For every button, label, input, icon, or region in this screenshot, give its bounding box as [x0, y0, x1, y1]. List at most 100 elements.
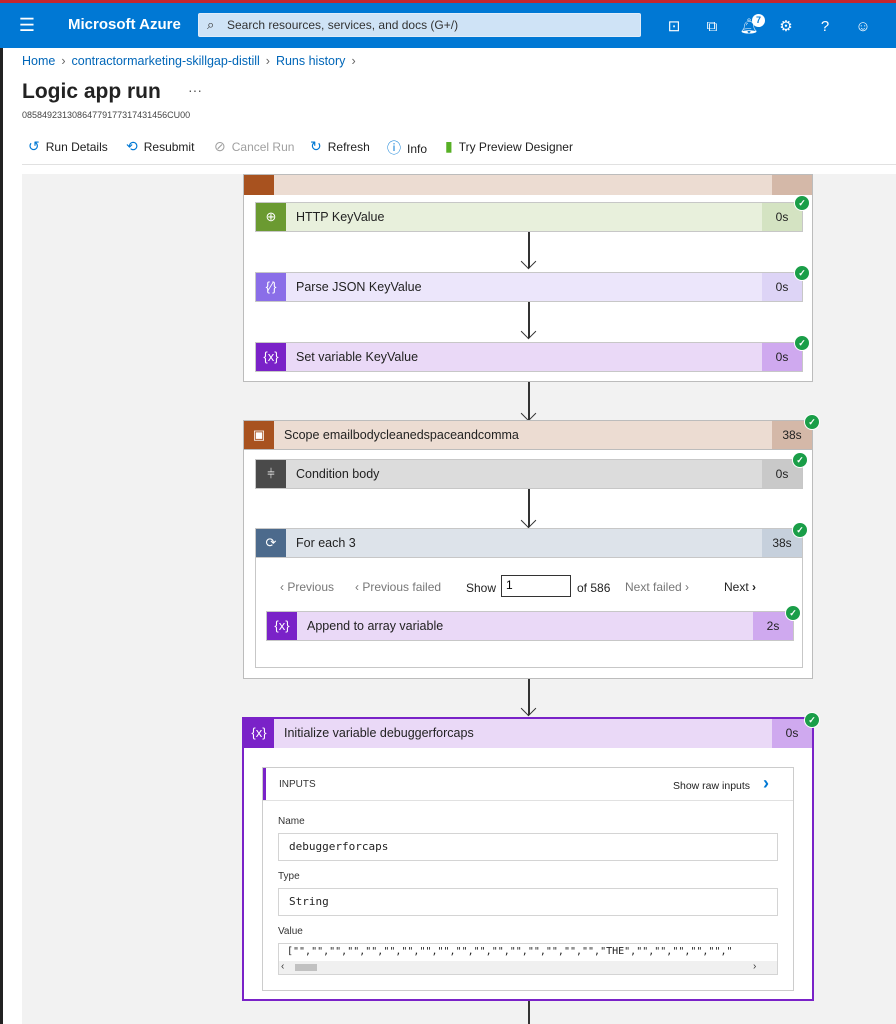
globe-icon: ⊕ — [256, 203, 286, 231]
previous-button[interactable]: ‹ Previous — [280, 580, 334, 594]
scope-duration-cell — [772, 175, 812, 195]
initialize-variable-header[interactable]: {x} Initialize variable debuggerforcaps … — [244, 719, 812, 748]
chevron-right-icon[interactable]: › — [763, 773, 769, 794]
resubmit-icon: ⟲ — [126, 138, 138, 154]
success-check-icon: ✓ — [804, 712, 820, 728]
horizontal-scrollbar[interactable]: ‹ › — [279, 961, 777, 974]
show-label: Show — [466, 581, 497, 595]
scope-icon: ▣ — [244, 421, 274, 449]
directory-filter-icon[interactable]: ⧉ — [701, 16, 723, 38]
next-label: Next — [724, 580, 749, 594]
variable-icon: {x} — [267, 612, 297, 640]
success-check-icon: ✓ — [785, 605, 801, 621]
window-edge — [0, 0, 3, 1024]
breadcrumb-logic-app[interactable]: contractormarketing-skillgap-distill — [72, 54, 260, 68]
action-label: Initialize variable debuggerforcaps — [284, 726, 474, 740]
scrollbar-thumb[interactable] — [295, 964, 317, 971]
refresh-button[interactable]: ↻ Refresh — [310, 138, 370, 155]
previous-failed-label: Previous failed — [362, 580, 442, 594]
try-preview-designer-button[interactable]: ▮ Try Preview Designer — [445, 138, 573, 155]
action-condition-body[interactable]: ⫩ Condition body 0s — [255, 459, 803, 489]
chevron-right-icon: › — [265, 54, 270, 68]
loop-icon: ⟳ — [256, 529, 286, 557]
value-field[interactable]: ["","","","","","","","","","","","","",… — [278, 943, 778, 975]
bookmark-icon: ▮ — [445, 138, 453, 154]
resubmit-label: Resubmit — [143, 140, 195, 154]
next-button[interactable]: Next › — [724, 580, 756, 594]
divider — [22, 164, 896, 165]
success-check-icon: ✓ — [792, 452, 808, 468]
search-placeholder: Search resources, services, and docs (G+… — [227, 18, 459, 32]
refresh-icon: ↻ — [310, 138, 322, 154]
cancel-run-button[interactable]: ⊘ Cancel Run — [214, 138, 294, 155]
iteration-total: of 586 — [577, 581, 611, 595]
action-label: HTTP KeyValue — [296, 210, 385, 224]
arrow-down-icon — [520, 405, 537, 422]
scroll-right-icon[interactable]: › — [753, 961, 756, 972]
notification-badge: 7 — [752, 14, 765, 27]
success-check-icon: ✓ — [792, 522, 808, 538]
action-set-variable-keyvalue[interactable]: {x} Set variable KeyValue 0s — [255, 342, 803, 372]
success-check-icon: ✓ — [794, 195, 810, 211]
success-check-icon: ✓ — [794, 265, 810, 281]
breadcrumb: Home › contractormarketing-skillgap-distil… — [22, 54, 362, 68]
action-append-to-array[interactable]: {x} Append to array variable 2s — [266, 611, 794, 641]
chevron-right-icon: › — [61, 54, 66, 68]
scope-icon — [244, 175, 274, 195]
variable-icon: {x} — [256, 343, 286, 371]
value-text: ["","","","","","","","","","","","","",… — [287, 946, 733, 957]
help-icon[interactable]: ? — [814, 16, 836, 38]
run-details-label: Run Details — [45, 140, 108, 154]
action-label: Parse JSON KeyValue — [296, 280, 422, 294]
resubmit-button[interactable]: ⟲ Resubmit — [126, 138, 194, 155]
settings-gear-icon[interactable]: ⚙ — [775, 16, 797, 38]
previous-failed-button[interactable]: ‹ Previous failed — [355, 580, 441, 594]
scope-header[interactable] — [244, 175, 812, 195]
arrow-down-icon — [520, 700, 537, 717]
success-check-icon: ✓ — [804, 414, 820, 430]
foreach-3-header[interactable]: ⟳ For each 3 38s — [255, 528, 803, 558]
connector-arrow — [528, 1001, 530, 1024]
previous-label: Previous — [287, 580, 335, 594]
type-label: Type — [278, 871, 300, 882]
feedback-icon[interactable]: ☺ — [852, 16, 874, 38]
success-check-icon: ✓ — [794, 335, 810, 351]
run-details-button[interactable]: ↺ Run Details — [28, 138, 108, 155]
chevron-right-icon: › — [351, 54, 356, 68]
action-parse-json-keyvalue[interactable]: {⁄} Parse JSON KeyValue 0s — [255, 272, 803, 302]
name-value: debuggerforcaps — [278, 833, 778, 861]
name-label: Name — [278, 816, 305, 827]
hamburger-menu-icon[interactable]: ☰ — [14, 12, 40, 38]
action-label: Condition body — [296, 467, 380, 481]
info-icon: ⓘ — [387, 140, 401, 156]
variable-icon: {x} — [244, 719, 274, 748]
iteration-input[interactable]: 1 — [501, 575, 571, 597]
inputs-accent — [263, 768, 266, 800]
show-raw-inputs-link[interactable]: Show raw inputs — [673, 780, 750, 792]
breadcrumb-runs-history[interactable]: Runs history — [276, 54, 345, 68]
action-label: Set variable KeyValue — [296, 350, 419, 364]
page-title: Logic app run — [22, 80, 161, 103]
value-label: Value — [278, 926, 303, 937]
breadcrumb-home[interactable]: Home — [22, 54, 55, 68]
scroll-left-icon[interactable]: ‹ — [281, 961, 284, 972]
try-preview-label: Try Preview Designer — [458, 140, 573, 154]
search-input[interactable]: ⌕ Search resources, services, and docs (… — [198, 13, 641, 37]
next-failed-button[interactable]: Next failed › — [625, 580, 689, 594]
inputs-panel: INPUTS Show raw inputs › Name debuggerfo… — [262, 767, 794, 991]
run-id: 08584923130864779177317431456CU00 — [22, 110, 191, 120]
search-icon: ⌕ — [207, 17, 215, 32]
azure-top-bar: ☰ Microsoft Azure ⌕ Search resources, se… — [0, 0, 896, 48]
info-button[interactable]: ⓘ Info — [387, 138, 427, 158]
action-http-keyvalue[interactable]: ⊕ HTTP KeyValue 0s — [255, 202, 803, 232]
foreach-label: For each 3 — [296, 536, 356, 550]
designer-canvas[interactable]: ⊕ HTTP KeyValue 0s ✓ {⁄} Parse JSON KeyV… — [22, 174, 896, 1024]
cloud-shell-icon[interactable]: ⊡ — [663, 16, 685, 38]
more-options-icon[interactable]: ··· — [188, 82, 202, 98]
cancel-icon: ⊘ — [214, 138, 226, 154]
condition-icon: ⫩ — [256, 460, 286, 488]
cancel-run-label: Cancel Run — [231, 140, 295, 154]
scope-emailbody-header[interactable]: ▣ Scope emailbodycleanedspaceandcomma 38… — [243, 420, 813, 450]
brand-label[interactable]: Microsoft Azure — [68, 16, 181, 33]
next-failed-label: Next failed — [625, 580, 682, 594]
